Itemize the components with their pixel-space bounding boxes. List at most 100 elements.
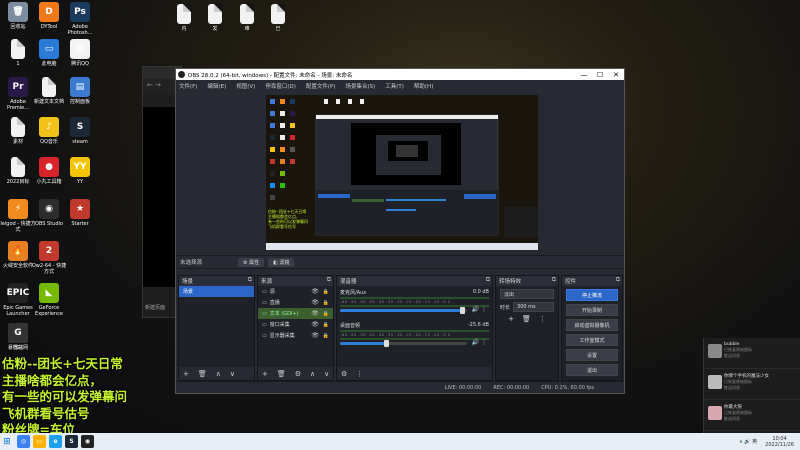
menu-edit[interactable]: 编辑(E)	[207, 82, 226, 90]
notification-item[interactable]: bubble 已恢复原始图标 推送消息	[704, 338, 800, 369]
menu-file[interactable]: 文件(F)	[179, 82, 197, 90]
desktop-icon[interactable]: Q 腾讯QQ	[62, 39, 98, 67]
channel-menu-icon[interactable]: ⋮	[481, 339, 487, 346]
transition-type-select[interactable]: 淡出	[500, 289, 554, 299]
notification-subtitle: 推送消息	[724, 416, 740, 421]
volume-slider-knob[interactable]	[383, 340, 389, 347]
source-type-icon: ▭	[262, 288, 267, 295]
mixer-channel-header: 桌面音频 -25.6 dB	[340, 322, 489, 329]
source-item[interactable]: ▭ 文本 (GDI+) 👁 🔒	[258, 308, 333, 319]
notification-item[interactable]: 你最大限 已恢复原始图标 推送消息	[704, 400, 800, 431]
lock-icon[interactable]: 🔒	[323, 311, 329, 317]
visibility-eye-icon[interactable]: 👁	[311, 321, 319, 328]
close-button[interactable]: ✕	[608, 69, 624, 80]
mixer-menu-icon[interactable]: ⋮	[356, 370, 363, 378]
visibility-eye-icon[interactable]: 👁	[311, 310, 319, 317]
desktop-icon[interactable]: Ps Adobe Photosh...	[62, 2, 98, 36]
transitions-dock: 转场特效 淡出 时长 300 ms + 🗑 ⋮	[495, 275, 559, 381]
menu-tools[interactable]: 工具(T)	[385, 82, 404, 90]
obs-window: OBS 28.0.2 (64-bit, windows) - 配置文件: 未命名…	[175, 68, 625, 394]
remove-transition-button[interactable]: 🗑	[522, 315, 531, 323]
lock-icon[interactable]: 🔒	[323, 289, 329, 295]
volume-slider[interactable]: 🔊 ⋮	[340, 306, 487, 314]
maximize-button[interactable]: ☐	[592, 69, 608, 80]
menu-profile[interactable]: 配置文件(P)	[306, 82, 336, 90]
taskbar-steam-icon[interactable]: S	[65, 435, 78, 448]
notification-item[interactable]: 你哪个手机的魔法少女 已恢复原始图标 推送消息	[704, 369, 800, 400]
taskbar-explorer-icon[interactable]: ▭	[33, 435, 46, 448]
desktop-icon[interactable]: YY YY	[62, 157, 98, 185]
desktop-icon[interactable]: Ssteam	[62, 117, 98, 145]
source-item[interactable]: ▭ 窗口采集 👁 🔒	[258, 319, 333, 330]
studio-mode-button[interactable]: 工作室模式	[566, 334, 618, 346]
desktop-file[interactable]: 发	[197, 4, 233, 32]
source-toolbar: 未选择源 ⚙ 属性 ◧ 滤镜	[176, 255, 624, 269]
clock[interactable]: 10:04 2022/11/26	[765, 436, 794, 448]
taskbar-obs-icon[interactable]: ◉	[81, 435, 94, 448]
add-scene-button[interactable]: +	[183, 370, 189, 378]
desktop-icon-label: steam	[72, 139, 88, 145]
menu-help[interactable]: 帮助(H)	[414, 82, 433, 90]
menu-scene-collection[interactable]: 场景集合(S)	[345, 82, 375, 90]
desktop-icon-image: ⚡	[8, 199, 28, 219]
start-recording-button[interactable]: 开始录制	[566, 304, 618, 316]
start-button-icon[interactable]: ⊞	[0, 433, 14, 450]
add-source-button[interactable]: +	[262, 370, 268, 378]
mixer-settings-icon[interactable]: ⚙	[341, 370, 347, 378]
menu-docks[interactable]: 停靠窗口(D)	[265, 82, 296, 90]
source-settings-button[interactable]: ⚙	[295, 370, 301, 378]
tray-icons[interactable]: ∧ 🔊 英	[739, 438, 757, 445]
volume-meter	[340, 330, 489, 332]
document-icon	[240, 4, 254, 24]
desktop-icon[interactable]: ★ Starter	[62, 199, 98, 227]
visibility-eye-icon[interactable]: 👁	[311, 332, 319, 339]
taskbar-search-icon[interactable]: ◎	[17, 435, 30, 448]
source-label: 源	[269, 289, 275, 295]
desktop-file[interactable]: 已	[260, 4, 296, 32]
volume-slider[interactable]: 🔊 ⋮	[340, 339, 487, 347]
scene-item[interactable]: 场景	[179, 286, 254, 297]
visibility-eye-icon[interactable]: 👁	[311, 299, 319, 306]
source-down-button[interactable]: ∨	[324, 370, 329, 378]
channel-menu-icon[interactable]: ⋮	[481, 306, 487, 313]
desktop-icon-image: Pr	[8, 77, 28, 97]
settings-button[interactable]: 设置	[566, 349, 618, 361]
exit-button[interactable]: 退出	[566, 364, 618, 376]
stop-streaming-button[interactable]: 停止推流	[566, 289, 618, 301]
remove-scene-button[interactable]: 🗑	[198, 370, 207, 378]
preview-canvas[interactable]: 估粉--团长+七天日常 主播啥都会亿点, 有一些的可以发弹幕问 飞机群看号估号	[266, 95, 538, 250]
start-virtual-camera-button[interactable]: 启动虚拟摄像机	[566, 319, 618, 331]
source-item[interactable]: ▭ 显示器采集 👁 🔒	[258, 330, 333, 341]
filters-button[interactable]: ◧ 滤镜	[268, 257, 295, 267]
lock-icon[interactable]: 🔒	[323, 300, 329, 306]
background-window-footer[interactable]: 新建页面	[145, 304, 165, 311]
obs-titlebar[interactable]: OBS 28.0.2 (64-bit, windows) - 配置文件: 未命名…	[176, 69, 624, 80]
source-item[interactable]: ▭ 直播 👁 🔒	[258, 297, 333, 308]
lock-icon[interactable]: 🔒	[323, 322, 329, 328]
menu-view[interactable]: 视图(V)	[236, 82, 255, 90]
taskbar-edge-icon[interactable]: e	[49, 435, 62, 448]
source-up-button[interactable]: ∧	[310, 370, 315, 378]
scene-up-button[interactable]: ∧	[216, 370, 221, 378]
live-timer: LIVE: 00:00:00	[444, 384, 482, 391]
source-item[interactable]: ▭ 源 👁 🔒	[258, 286, 333, 297]
speaker-icon[interactable]: 🔊	[472, 339, 479, 346]
minimize-button[interactable]: —	[576, 69, 592, 80]
desktop-icon-image: ●	[39, 157, 59, 177]
add-transition-button[interactable]: +	[508, 315, 514, 323]
speaker-icon[interactable]: 🔊	[472, 306, 479, 313]
scene-down-button[interactable]: ∨	[230, 370, 235, 378]
lock-icon[interactable]: 🔒	[323, 333, 329, 339]
desktop-icon-image: ♪	[39, 117, 59, 137]
desktop-icon[interactable]: GG	[0, 323, 36, 351]
duration-input[interactable]: 300 ms	[513, 302, 554, 312]
desktop-icon[interactable]: 2 Ow2-64 - 快捷方式	[31, 241, 67, 275]
remove-source-button[interactable]: 🗑	[277, 370, 286, 378]
visibility-eye-icon[interactable]: 👁	[311, 288, 319, 295]
properties-button[interactable]: ⚙ 属性	[238, 257, 265, 267]
desktop-file-label: 发	[212, 26, 218, 32]
transition-menu-button[interactable]: ⋮	[539, 315, 546, 323]
desktop-icon[interactable]: ◣ GeForce Experience	[31, 283, 67, 317]
volume-slider-knob[interactable]	[459, 307, 465, 314]
desktop-icon[interactable]: ▤ 控制面板	[62, 77, 98, 105]
